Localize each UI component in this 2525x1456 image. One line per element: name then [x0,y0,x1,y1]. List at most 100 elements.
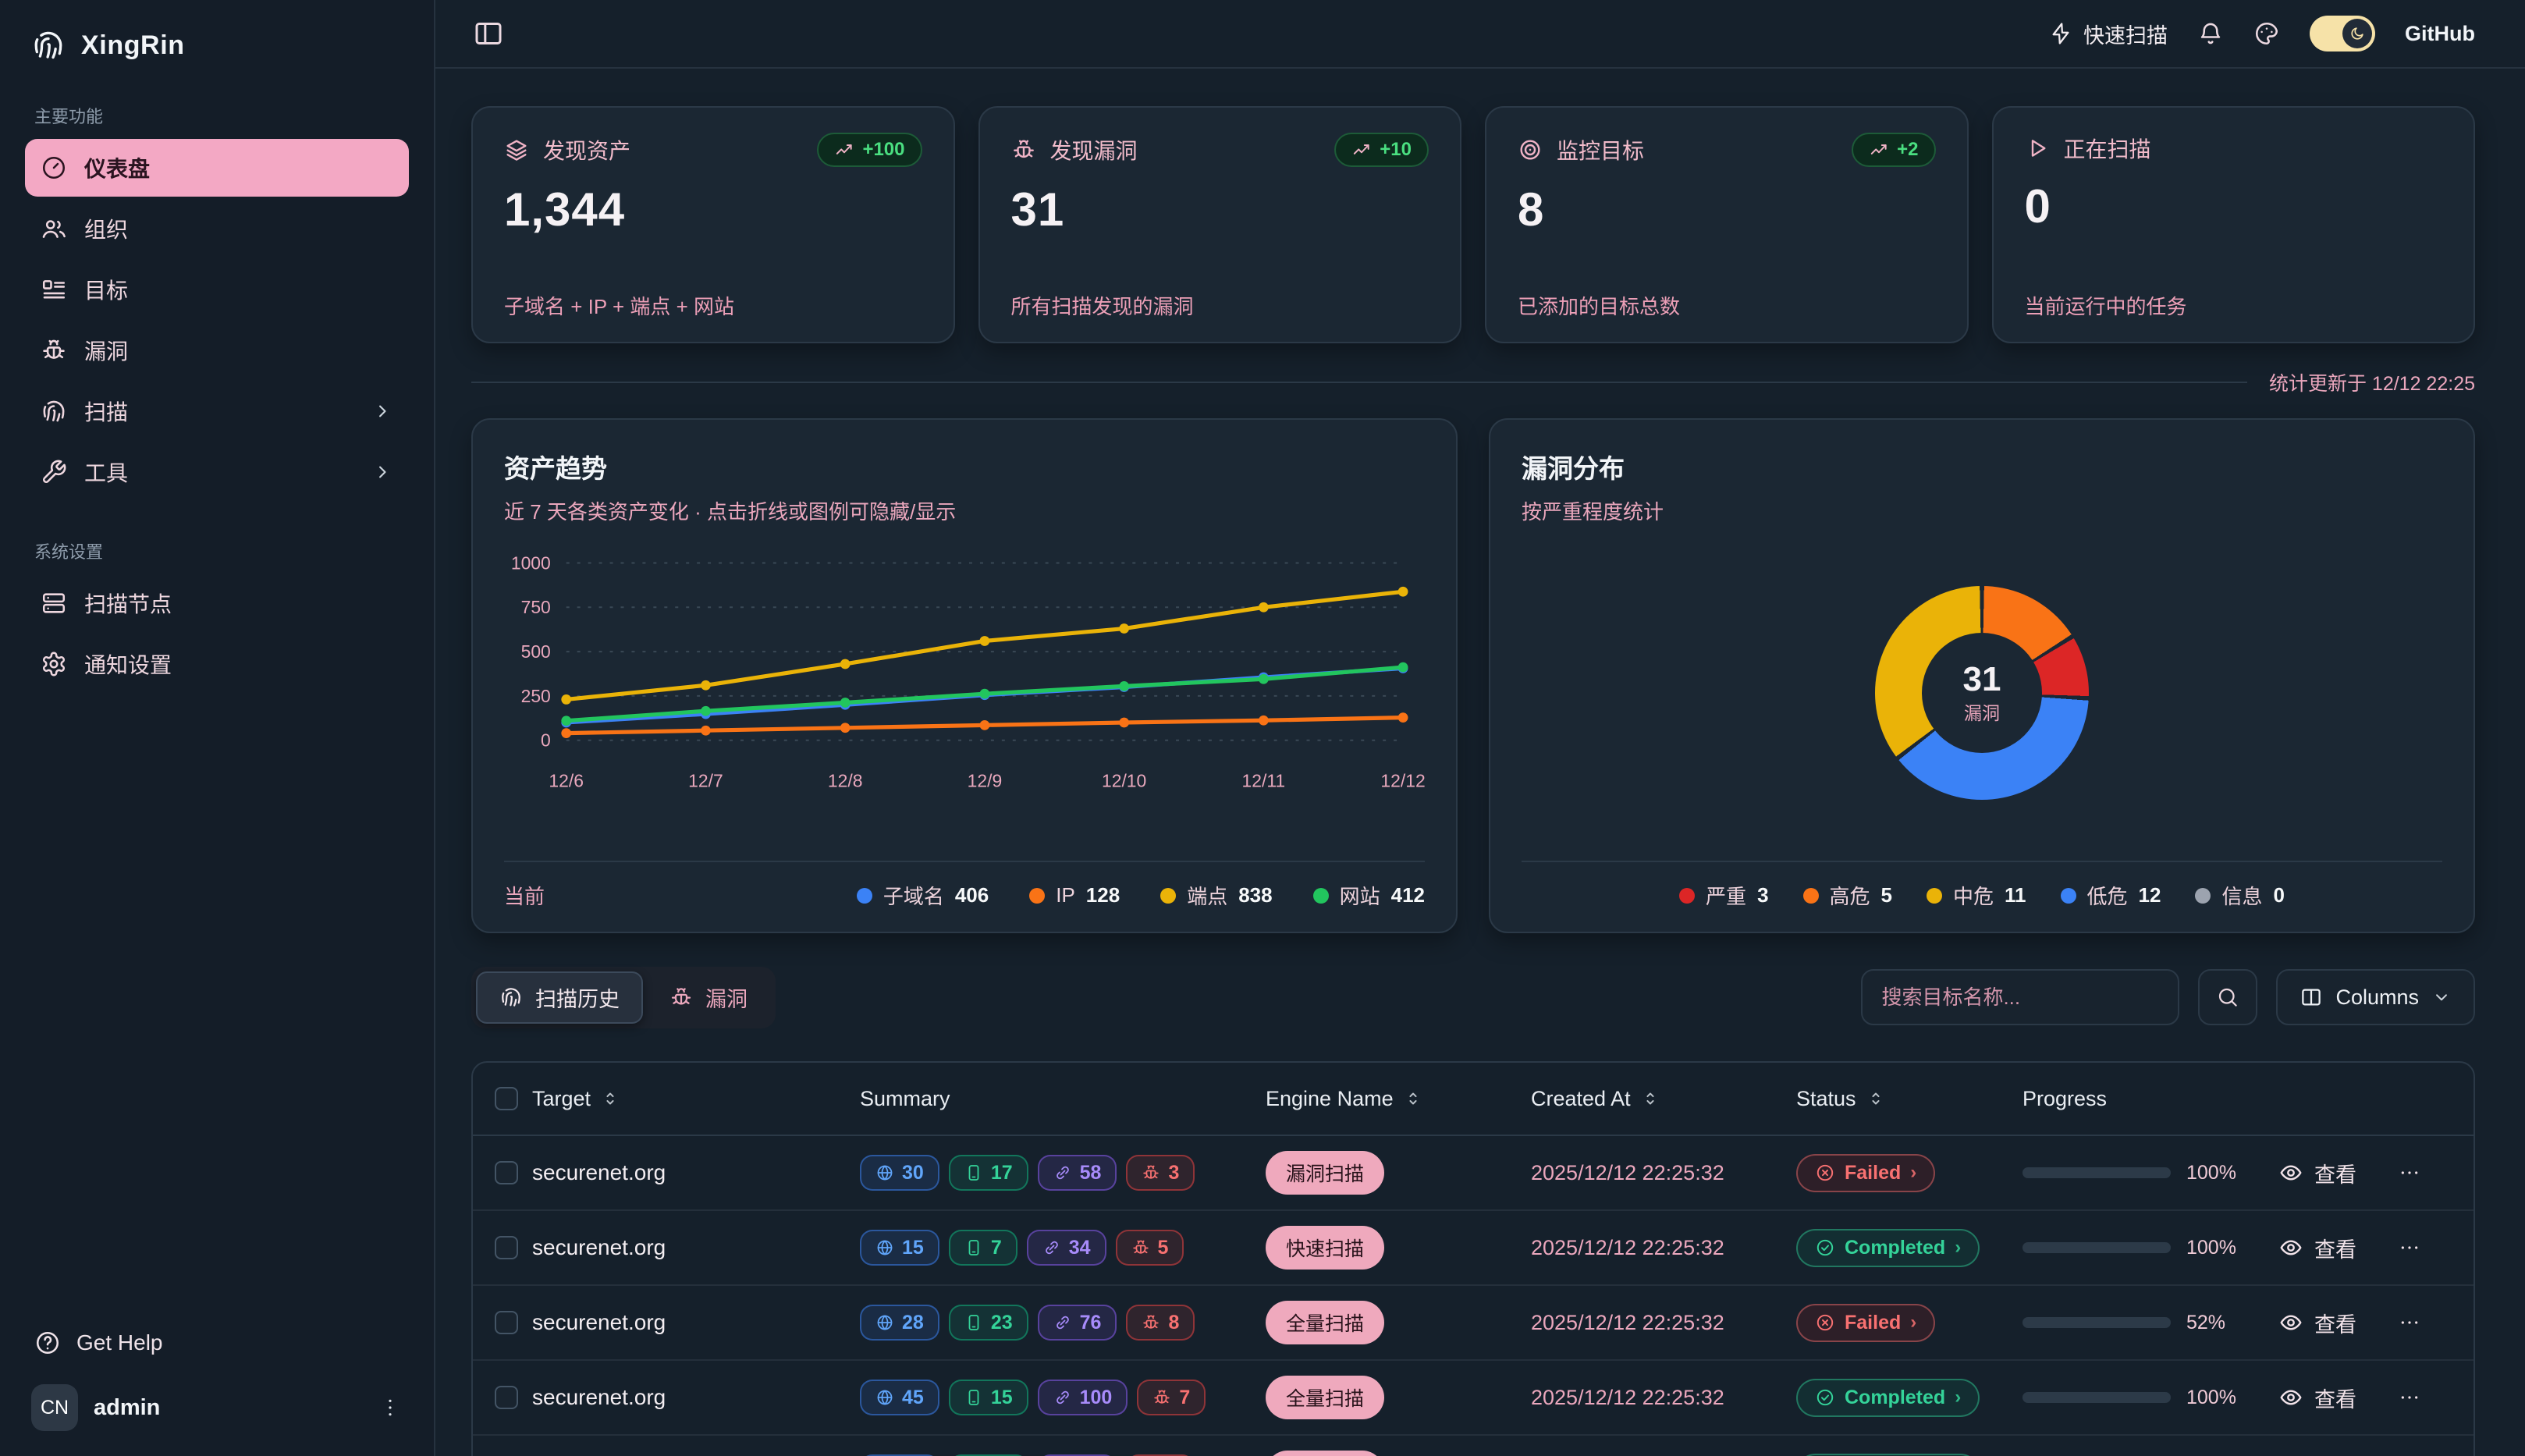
sidebar-item-label: 组织 [84,213,128,244]
donut-legend-item-低危[interactable]: 低危 12 [2061,881,2161,910]
stat-card: 发现漏洞 +10 31 所有扫描发现的漏洞 [978,106,1462,343]
engine-badge: 漏洞扫描 [1266,1151,1384,1195]
engine-badge: 快速扫描 [1266,1226,1384,1270]
x-circle-icon [1815,1312,1835,1333]
donut-legend: 严重 3 高危 5 中危 11 低危 12 信息 0 [1522,862,2442,910]
trend-legend-item-端点[interactable]: 端点 838 [1160,881,1272,910]
tab-漏洞[interactable]: 漏洞 [646,971,771,1024]
status-label: Completed [1845,1387,1945,1409]
asset-trend-chart[interactable]: 0250500750100012/612/712/812/912/1012/11… [504,547,1425,794]
columns-button[interactable]: Columns [2276,969,2475,1025]
view-button[interactable]: 查看 [2278,1383,2356,1413]
target-icon [1518,137,1543,162]
svg-text:12/10: 12/10 [1102,770,1146,790]
donut-legend-item-严重[interactable]: 严重 3 [1679,881,1768,910]
status-badge[interactable]: Completed › [1796,1379,1980,1417]
status-badge[interactable]: Failed › [1796,1304,1935,1342]
donut-legend-item-信息[interactable]: 信息 0 [2195,881,2284,910]
globe-icon [875,1238,894,1257]
sidebar-section-main: 主要功能 [34,103,400,128]
donut-legend-item-高危[interactable]: 高危 5 [1803,881,1892,910]
eye-icon [2278,1235,2303,1260]
sidebar-item-工具[interactable]: 工具 [25,443,409,501]
bell-icon[interactable] [2197,20,2224,47]
sidebar-item-漏洞[interactable]: 漏洞 [25,321,409,379]
sort-icon[interactable] [1640,1088,1660,1109]
legend-value: 412 [1391,883,1425,907]
sidebar-item-扫描节点[interactable]: 扫描节点 [25,574,409,632]
trend-legend-item-IP[interactable]: IP 128 [1029,881,1120,910]
status-badge[interactable]: Completed › [1796,1454,1980,1456]
stat-cards-row: 发现资产 +100 1,344 子域名 + IP + 端点 + 网站 发现漏洞 … [471,106,2475,343]
view-button[interactable]: 查看 [2278,1308,2356,1338]
row-checkbox[interactable] [495,1311,518,1334]
row-more-icon[interactable] [2397,1235,2422,1260]
globe-icon [875,1163,894,1182]
sidebar-item-label: 通知设置 [84,648,172,680]
select-all-checkbox[interactable] [495,1087,518,1110]
svg-text:12/6: 12/6 [549,770,584,790]
vuln-donut-chart[interactable]: 31 漏洞 [1875,586,2089,800]
trend-legend-item-网站[interactable]: 网站 412 [1313,881,1425,910]
sort-icon[interactable] [600,1088,620,1109]
sidebar-toggle-icon[interactable] [473,18,504,49]
theme-toggle[interactable] [2310,16,2375,51]
sidebar-item-组织[interactable]: 组织 [25,200,409,257]
target-link[interactable]: securenet.org [532,1160,666,1185]
search-input[interactable] [1861,969,2179,1025]
legend-dot [2061,888,2076,904]
trend-legend-item-子域名[interactable]: 子域名 406 [857,881,989,910]
bug-icon [669,985,693,1009]
row-checkbox[interactable] [495,1236,518,1259]
wrench-icon [41,459,67,485]
get-help-link[interactable]: Get Help [25,1317,409,1369]
status-badge[interactable]: Failed › [1796,1154,1935,1192]
more-vertical-icon[interactable] [378,1395,403,1420]
quick-scan-label: 快速扫描 [2083,19,2168,49]
github-link[interactable]: GitHub [2405,22,2475,46]
target-link[interactable]: securenet.org [532,1235,666,1260]
app-logo[interactable]: XingRin [25,19,409,87]
target-link[interactable]: securenet.org [532,1385,666,1410]
app-root: XingRin 主要功能 仪表盘 组织 目标 漏洞 扫描 工具 系统设置 扫描节… [0,0,2525,1456]
svg-text:12/11: 12/11 [1242,770,1286,790]
row-checkbox[interactable] [495,1161,518,1184]
layers-icon [504,137,529,162]
bug-icon [1152,1388,1171,1407]
sort-icon[interactable] [1403,1088,1423,1109]
sidebar-item-仪表盘[interactable]: 仪表盘 [25,139,409,197]
sort-icon[interactable] [1866,1088,1886,1109]
scan-history-table: TargetSummaryEngine NameCreated AtStatus… [471,1061,2475,1456]
row-more-icon[interactable] [2397,1310,2422,1335]
donut-legend-item-中危[interactable]: 中危 11 [1927,881,2026,910]
sidebar-item-目标[interactable]: 目标 [25,261,409,318]
row-more-icon[interactable] [2397,1160,2422,1185]
sidebar-item-扫描[interactable]: 扫描 [25,382,409,440]
row-more-icon[interactable] [2397,1385,2422,1410]
engine-badge: 全量扫描 [1266,1301,1384,1344]
svg-text:12/12: 12/12 [1380,770,1425,790]
trend-value: +10 [1380,139,1412,161]
table-row: securenet.org 45151007 全量扫描 2025/12/12 2… [473,1361,2474,1436]
status-chevron: › [1910,1162,1916,1184]
legend-dot [1029,888,1045,904]
view-button[interactable]: 查看 [2278,1233,2356,1263]
quick-scan-button[interactable]: 快速扫描 [2049,19,2168,49]
progress-bar [2022,1242,2171,1253]
tab-扫描历史[interactable]: 扫描历史 [476,971,643,1024]
donut-center: 31 漏洞 [1922,633,2042,753]
target-link[interactable]: securenet.org [532,1310,666,1335]
stat-card-title: 发现漏洞 [1050,134,1138,165]
table-body: securenet.org 3017583 漏洞扫描 2025/12/12 22… [473,1136,2474,1456]
search-button[interactable] [2198,969,2257,1025]
summary-badge: 15 [949,1380,1028,1415]
status-badge[interactable]: Completed › [1796,1229,1980,1267]
summary-badge: 30 [860,1155,939,1191]
legend-value: 0 [2273,883,2284,907]
sidebar-item-通知设置[interactable]: 通知设置 [25,635,409,693]
app-title: XingRin [81,30,185,61]
palette-icon[interactable] [2253,20,2280,47]
row-checkbox[interactable] [495,1386,518,1409]
view-button[interactable]: 查看 [2278,1158,2356,1188]
user-menu[interactable]: CN admin [25,1369,409,1434]
